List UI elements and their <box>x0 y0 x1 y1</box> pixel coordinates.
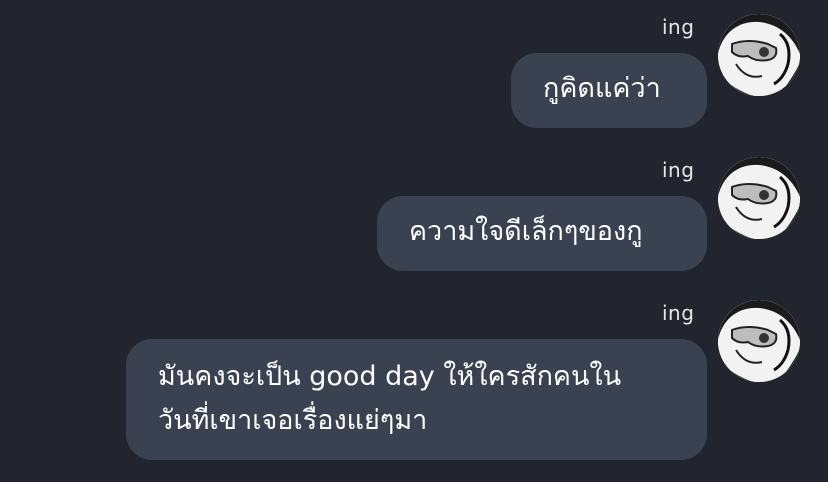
avatar[interactable] <box>718 14 800 96</box>
message-bubble[interactable]: ความใจดีเล็กๆของกู <box>377 196 707 271</box>
message-text-line: กูคิดแค่ว่า <box>543 73 661 104</box>
sender-name: ing <box>662 301 695 325</box>
avatar-icon <box>718 14 800 96</box>
message-text-line: วันที่เขาเจอเรื่องแย่ๆมา <box>158 405 428 436</box>
sender-name: ing <box>662 15 695 39</box>
sender-name: ing <box>662 158 695 182</box>
message-text-line: ความใจดีเล็กๆของกู <box>409 216 643 247</box>
chat-view: ing กูคิดแค่ว่า ing ความใจดีเล็กๆของกู i… <box>0 0 828 482</box>
message-text-line: มันคงจะเป็น good day ให้ใครสักคนใน <box>158 361 622 392</box>
avatar[interactable] <box>718 157 800 239</box>
avatar-icon <box>718 300 800 382</box>
avatar-icon <box>718 157 800 239</box>
avatar[interactable] <box>718 300 800 382</box>
message-bubble[interactable]: กูคิดแค่ว่า <box>511 53 707 128</box>
message-bubble[interactable]: มันคงจะเป็น good day ให้ใครสักคนใน วันที… <box>126 339 707 460</box>
